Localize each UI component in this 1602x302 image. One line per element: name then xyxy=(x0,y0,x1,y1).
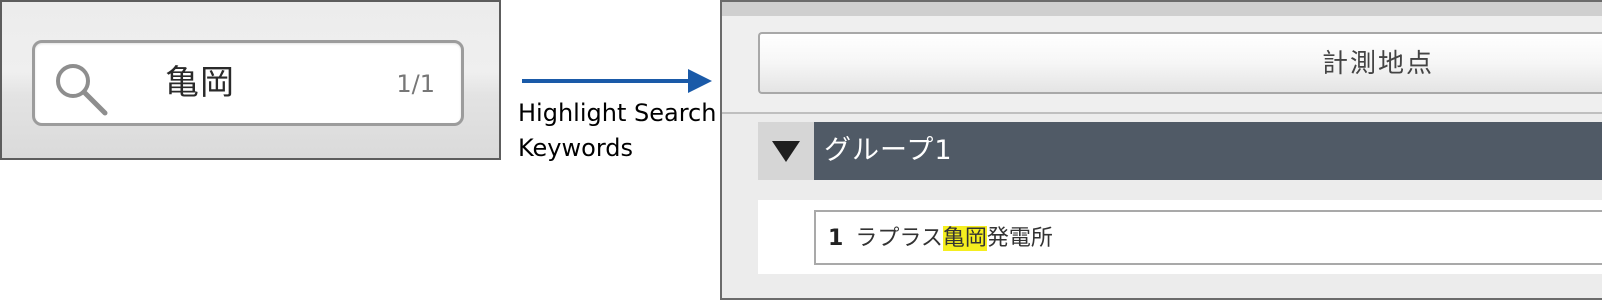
annotation-caption-line1: Highlight Search xyxy=(518,99,717,127)
list-item-label: 1 ラプラス亀岡発電所 xyxy=(828,225,1053,253)
results-panel: 計測地点 グループ1 1 ラプラス亀岡発電所 xyxy=(720,0,1602,300)
panel-top-strip xyxy=(722,2,1602,17)
results-header-area: 計測地点 xyxy=(722,16,1602,114)
list-item-text-before: ラプラス xyxy=(855,226,943,251)
arrow-right-icon xyxy=(522,69,712,93)
list-item-text-after: 発電所 xyxy=(986,226,1053,251)
group-title: グループ1 xyxy=(824,135,953,166)
group-header[interactable]: グループ1 xyxy=(814,122,1602,180)
search-bar-panel: 亀岡 1/1 xyxy=(0,0,501,160)
search-icon[interactable] xyxy=(51,59,111,119)
group-items: 1 ラプラス亀岡発電所 xyxy=(758,200,1602,276)
list-item[interactable]: 1 ラプラス亀岡発電所 xyxy=(814,210,1602,265)
list-item-number: 1 xyxy=(828,226,844,251)
group-row: グループ1 xyxy=(758,122,1602,180)
annotation-caption: Highlight Search Keywords xyxy=(518,96,718,166)
measurement-points-label: 計測地点 xyxy=(1322,49,1435,79)
group-toggle-button[interactable] xyxy=(758,122,814,180)
annotation-caption-line2: Keywords xyxy=(518,134,634,162)
search-highlight: 亀岡 xyxy=(942,226,987,251)
triangle-down-icon xyxy=(772,141,800,162)
measurement-points-button[interactable]: 計測地点 xyxy=(758,32,1602,94)
panel-bottom-strip xyxy=(722,274,1602,298)
search-match-count: 1/1 xyxy=(396,70,435,98)
search-input[interactable]: 亀岡 1/1 xyxy=(32,40,464,126)
search-query-text: 亀岡 xyxy=(165,63,235,103)
